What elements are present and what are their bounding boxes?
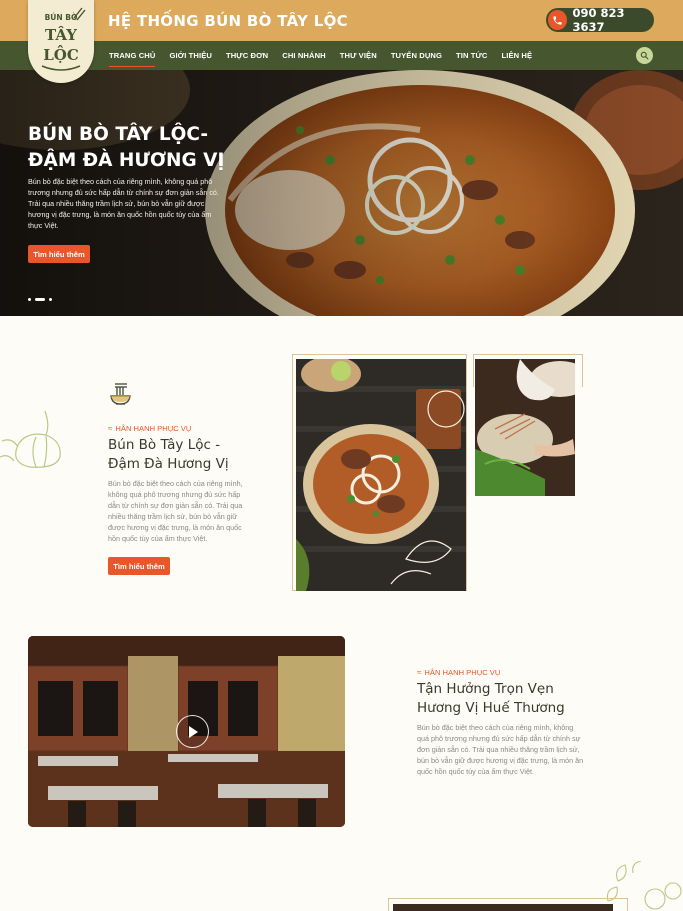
slider-dot[interactable] bbox=[28, 298, 31, 301]
nav-item-6[interactable]: TUYỂN DỤNG bbox=[384, 41, 449, 70]
section1-title-line-1: Bún Bò Tây Lộc - bbox=[108, 437, 221, 453]
section2-title-line-2: Hương Vị Huế Thương bbox=[417, 700, 565, 716]
section1-subheading-text: HÂN HẠNH PHỤC VỤ bbox=[115, 424, 192, 433]
play-icon bbox=[188, 725, 198, 738]
wave-mark: ≈ bbox=[417, 668, 422, 677]
svg-text:TÂY: TÂY bbox=[45, 26, 77, 44]
section2-subheading-text: HÂN HẠNH PHỤC VỤ bbox=[424, 668, 501, 677]
svg-text:LỘC: LỘC bbox=[43, 45, 79, 64]
section2-title-line-1: Tận Hưởng Trọn Vẹn bbox=[417, 681, 554, 697]
hero-title-line-1: BÚN BÒ TÂY LỘC- bbox=[28, 124, 209, 145]
wave-mark: ≈ bbox=[108, 424, 113, 433]
section1-title: Bún Bò Tây Lộc - Đậm Đà Hương Vị bbox=[108, 436, 288, 474]
restaurant-video[interactable] bbox=[28, 636, 345, 827]
brand-logo[interactable]: BÚN BÒ TÂY LỘC bbox=[28, 0, 94, 83]
section1-subheading: ≈ HÂN HẠNH PHỤC VỤ bbox=[108, 424, 191, 433]
top-bar: HỆ THỐNG BÚN BÒ TÂY LỘC 090 823 3637 bbox=[0, 0, 683, 41]
nav-item-8[interactable]: LIÊN HỆ bbox=[495, 41, 540, 70]
section2-title: Tận Hưởng Trọn Vẹn Hương Vị Huế Thương bbox=[417, 680, 657, 718]
next-section-photo bbox=[393, 904, 613, 911]
nav-item-4[interactable]: CHI NHÁNH bbox=[275, 41, 333, 70]
hero-description: Bún bò đặc biệt theo cách của riêng mình… bbox=[28, 177, 219, 230]
bun-bo-bowl-photo bbox=[296, 359, 466, 591]
logo-text-top: BÚN BÒ bbox=[45, 13, 78, 22]
section1-title-line-2: Đậm Đà Hương Vị bbox=[108, 456, 229, 472]
section2-subheading: ≈ HÂN HẠNH PHỤC VỤ bbox=[417, 668, 500, 677]
main-nav: TRANG CHỦ GIỚI THIỆU THỰC ĐƠN CHI NHÁNH THƯ … bbox=[102, 41, 539, 70]
noodle-bowl-icon bbox=[110, 383, 131, 405]
site-title: HỆ THỐNG BÚN BÒ TÂY LỘC bbox=[108, 12, 348, 30]
nav-item-1[interactable]: TRANG CHỦ bbox=[102, 41, 162, 70]
phone-button[interactable]: 090 823 3637 bbox=[546, 6, 654, 34]
slider-dot[interactable] bbox=[49, 298, 52, 301]
section1-learn-more-button[interactable]: Tìm hiểu thêm bbox=[108, 557, 170, 575]
logo-emblem: BÚN BÒ TÂY LỘC bbox=[41, 7, 86, 71]
nav-item-5[interactable]: THƯ VIỆN bbox=[333, 41, 384, 70]
hero-title-line-2: ĐẬM ĐÀ HƯƠNG VỊ bbox=[28, 150, 225, 171]
search-button[interactable] bbox=[636, 47, 653, 64]
nav-item-3[interactable]: THỰC ĐƠN bbox=[219, 41, 275, 70]
hero-banner: BÚN BÒ TÂY LỘC- ĐẬM ĐÀ HƯƠNG VỊ Bún bò đ… bbox=[0, 70, 683, 316]
garlic-illustration bbox=[0, 410, 61, 468]
section2-description: Bún bò đặc biệt theo cách của riêng mình… bbox=[417, 723, 584, 776]
section1-description: Bún bò đặc biệt theo cách của riêng mình… bbox=[108, 479, 243, 543]
slider-dots bbox=[28, 298, 52, 301]
search-icon bbox=[640, 51, 649, 60]
phone-icon bbox=[548, 10, 567, 30]
fresh-herbs-image bbox=[475, 359, 575, 496]
phone-number: 090 823 3637 bbox=[572, 6, 625, 34]
slider-dot-active[interactable] bbox=[35, 298, 45, 301]
bun-bo-bowl-image bbox=[296, 359, 466, 591]
nav-item-7[interactable]: TIN TỨC bbox=[449, 41, 494, 70]
play-button[interactable] bbox=[176, 715, 209, 748]
main-nav-bar: TRANG CHỦ GIỚI THIỆU THỰC ĐƠN CHI NHÁNH THƯ … bbox=[0, 41, 683, 70]
hero-title: BÚN BÒ TÂY LỘC- ĐẬM ĐÀ HƯƠNG VỊ bbox=[28, 122, 228, 174]
herbs-photo bbox=[475, 359, 575, 496]
hero-learn-more-button[interactable]: Tìm hiểu thêm bbox=[28, 245, 90, 263]
nav-item-2[interactable]: GIỚI THIỆU bbox=[162, 41, 219, 70]
